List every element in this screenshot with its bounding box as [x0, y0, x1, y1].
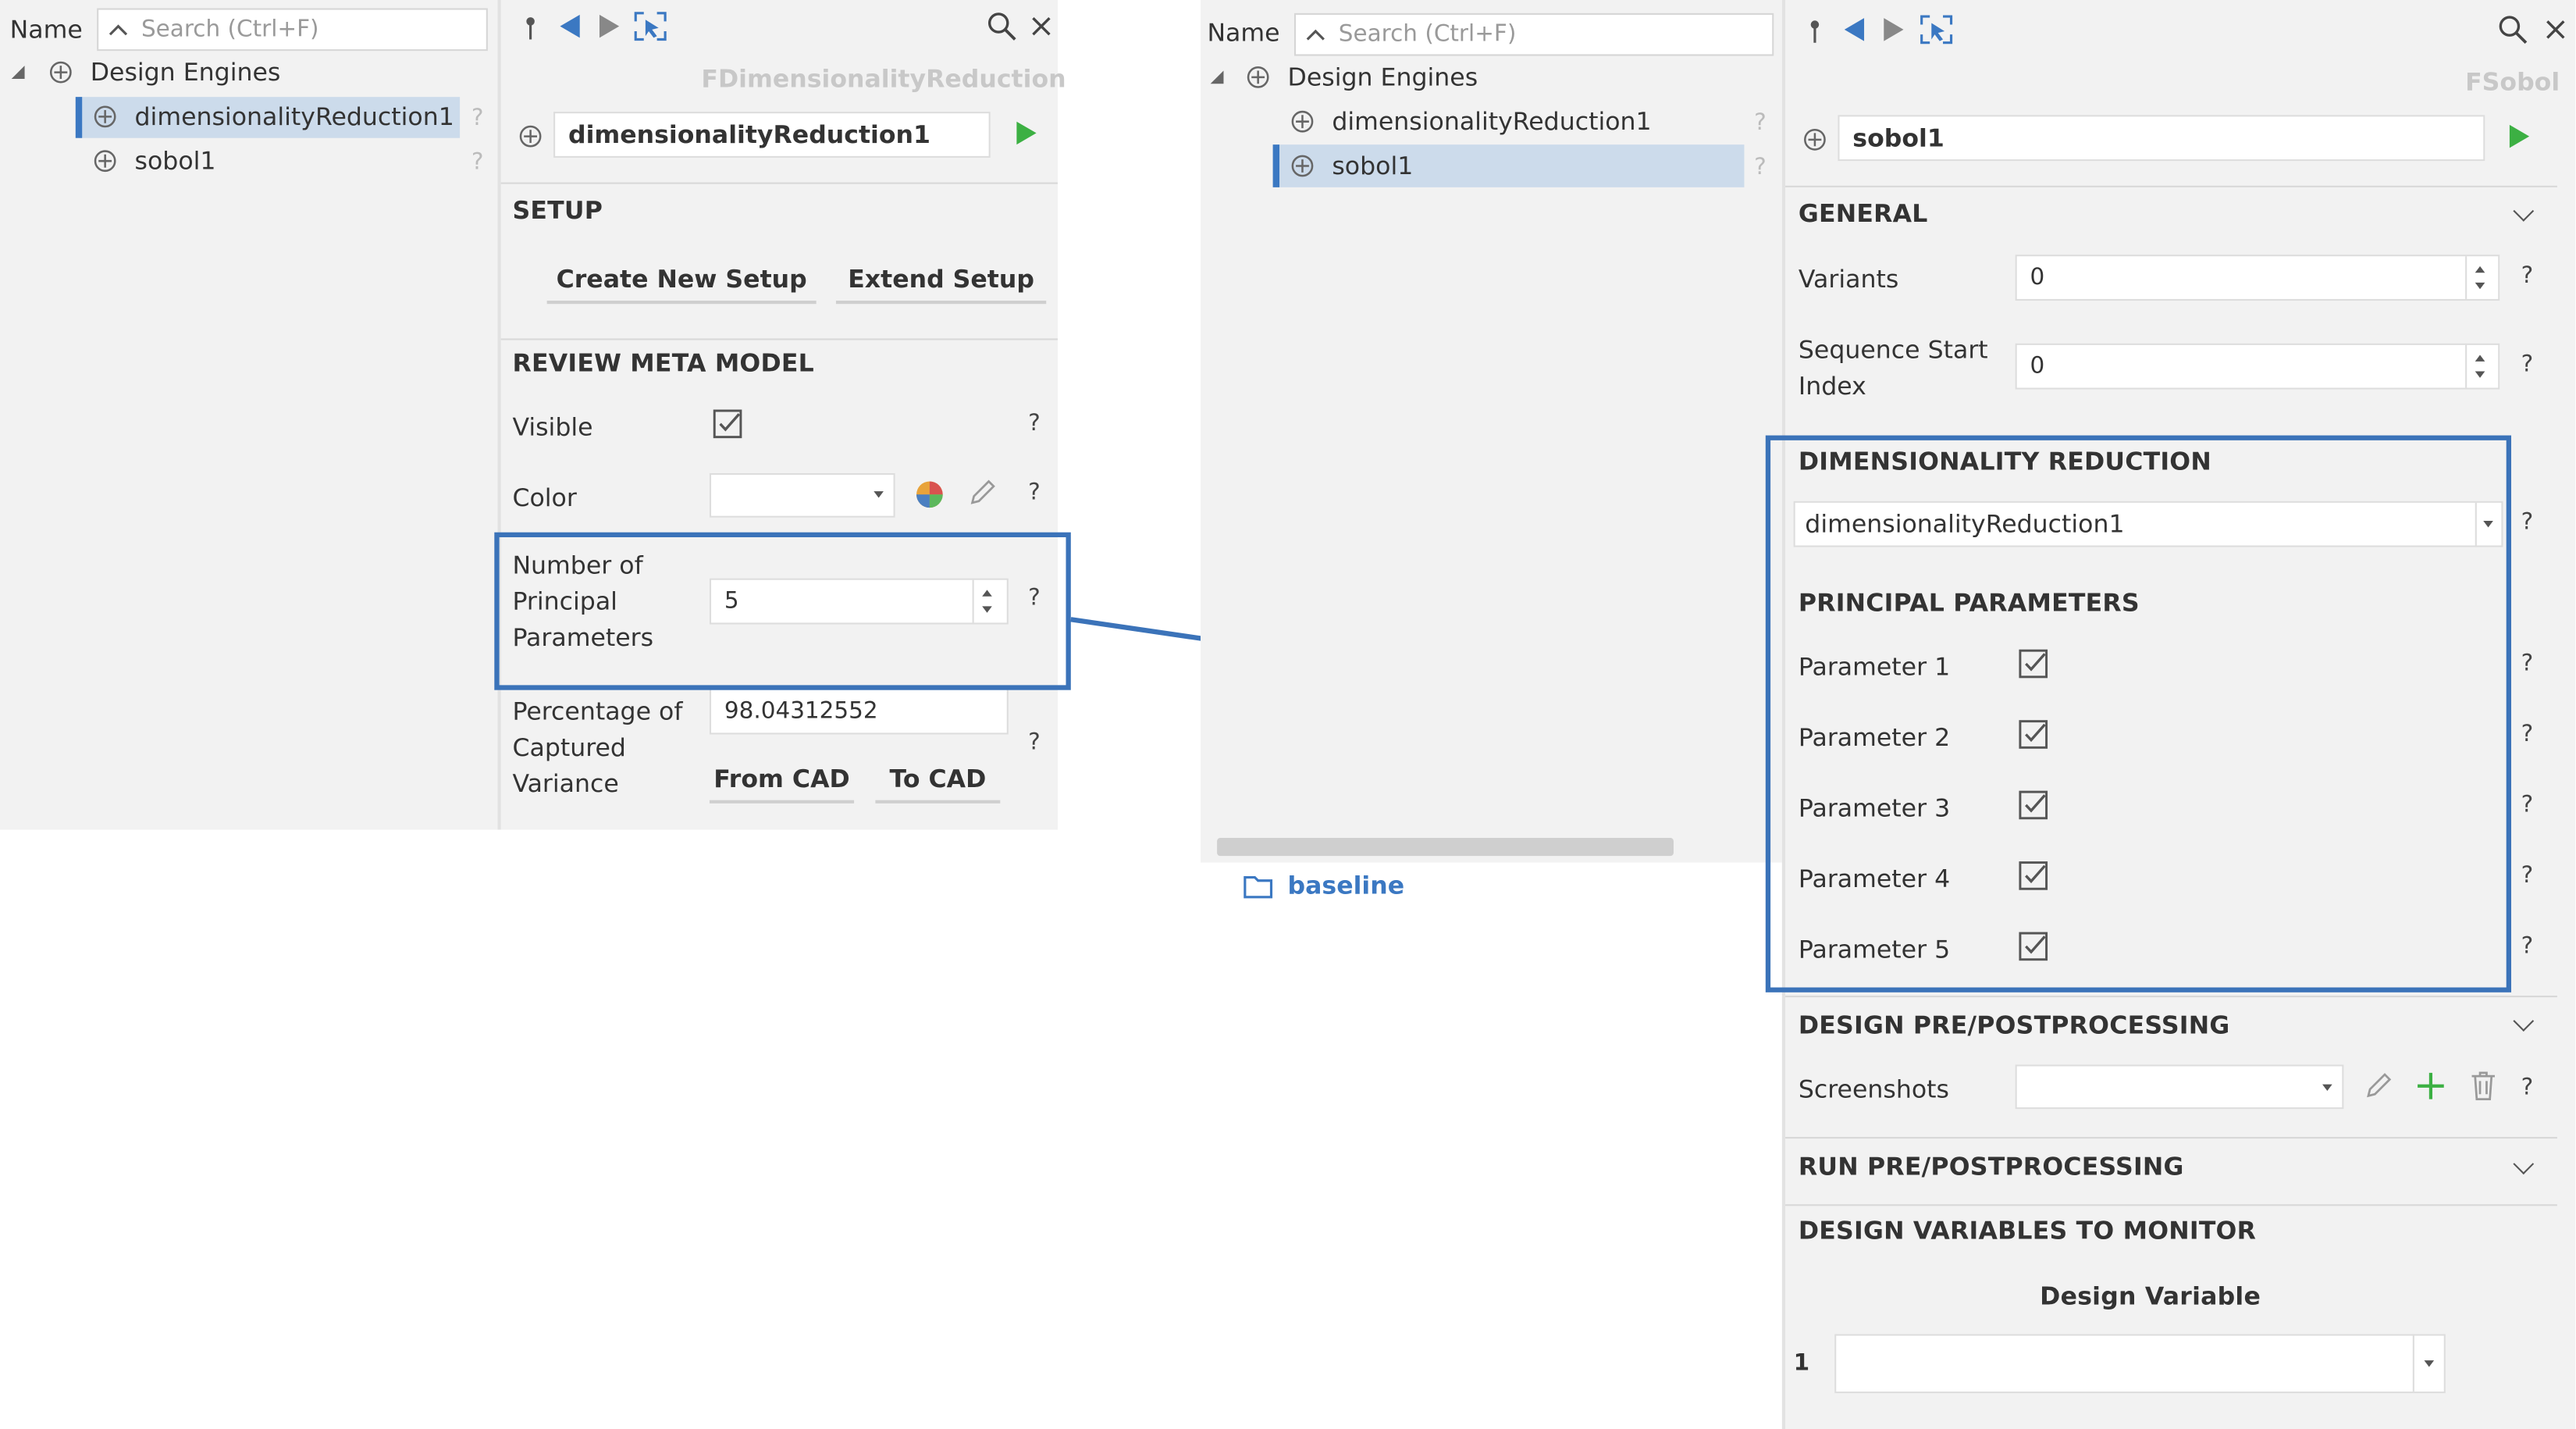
- dropdown-arrow-icon[interactable]: [2424, 1360, 2435, 1367]
- right-tree-name-header[interactable]: Name: [1207, 18, 1279, 48]
- name-field[interactable]: sobol1: [1838, 115, 2485, 162]
- sequence-start-spinner[interactable]: [2465, 344, 2498, 388]
- divider: [1785, 996, 2557, 998]
- row-index: 1: [1793, 1350, 1810, 1377]
- help-icon[interactable]: ?: [2521, 722, 2534, 748]
- right-tree-item-sobol[interactable]: sobol1: [1332, 151, 1413, 181]
- variants-label: Variants: [1798, 264, 1899, 294]
- folder-icon: [1244, 875, 1273, 899]
- search-icon[interactable]: [2498, 15, 2528, 45]
- pin-icon[interactable]: [1806, 18, 1823, 45]
- divider: [1785, 185, 2557, 187]
- sequence-start-input[interactable]: 0: [2015, 343, 2500, 390]
- plus-icon: [1291, 110, 1314, 133]
- general-section-title: GENERAL: [1798, 198, 1928, 229]
- variants-input[interactable]: 0: [2015, 255, 2500, 301]
- help-icon[interactable]: ?: [2521, 351, 2534, 378]
- dropdown-divider: [2412, 1335, 2414, 1392]
- help-icon[interactable]: ?: [2521, 933, 2534, 960]
- help-icon[interactable]: ?: [1754, 110, 1767, 137]
- divider: [1785, 1136, 2557, 1139]
- help-icon[interactable]: ?: [1754, 155, 1767, 181]
- run-pre-post-title: RUN PRE/POSTPROCESSING: [1798, 1151, 2184, 1181]
- help-icon[interactable]: ?: [2521, 263, 2534, 290]
- select-target-icon[interactable]: [1920, 15, 1953, 45]
- collapse-up-icon[interactable]: [1306, 27, 1325, 43]
- help-icon[interactable]: ?: [2521, 509, 2534, 536]
- right-tree-selection-bar: [1272, 144, 1280, 187]
- design-variable-select[interactable]: [1834, 1334, 2446, 1394]
- expand-triangle-icon[interactable]: [1209, 69, 1226, 85]
- right-tree-root[interactable]: Design Engines: [1288, 62, 1478, 92]
- trash-icon[interactable]: [2468, 1070, 2498, 1103]
- right-tree-search-input[interactable]: Search (Ctrl+F): [1293, 12, 1774, 56]
- add-icon[interactable]: [2416, 1071, 2446, 1101]
- variants-spinner[interactable]: [2465, 256, 2498, 299]
- run-play-icon[interactable]: [2508, 123, 2531, 150]
- design-variables-monitor-title: DESIGN VARIABLES TO MONITOR: [1798, 1215, 2257, 1245]
- plus-icon: [1291, 155, 1314, 177]
- pencil-icon[interactable]: [2364, 1071, 2393, 1101]
- right-tree-item-dimred[interactable]: dimensionalityReduction1: [1332, 107, 1651, 137]
- dropdown-arrow-icon[interactable]: [2322, 1084, 2332, 1092]
- plus-icon: [1803, 128, 1826, 151]
- horizontal-scrollbar[interactable]: [1217, 838, 1674, 857]
- help-icon[interactable]: ?: [2521, 650, 2534, 677]
- design-engines-plus-icon: [1247, 66, 1269, 88]
- back-arrow-icon[interactable]: [1843, 16, 1866, 43]
- help-icon[interactable]: ?: [2521, 1074, 2534, 1101]
- divider: [1785, 1204, 2557, 1206]
- help-icon[interactable]: ?: [2521, 863, 2534, 889]
- design-pre-post-title: DESIGN PRE/POSTPROCESSING: [1798, 1010, 2230, 1040]
- sequence-start-label: Sequence Start Index: [1798, 335, 1988, 401]
- help-icon[interactable]: ?: [2521, 792, 2534, 818]
- screenshots-label: Screenshots: [1798, 1074, 1949, 1104]
- highlight-box-principal-params: [1765, 435, 2512, 992]
- design-variable-column-header: Design Variable: [2040, 1281, 2261, 1311]
- baseline-link[interactable]: baseline: [1288, 871, 1405, 900]
- type-label: FSobol: [2465, 67, 2560, 98]
- forward-arrow-icon[interactable]: [1882, 16, 1905, 43]
- screenshots-select[interactable]: [2015, 1064, 2344, 1110]
- close-icon[interactable]: [2546, 20, 2565, 39]
